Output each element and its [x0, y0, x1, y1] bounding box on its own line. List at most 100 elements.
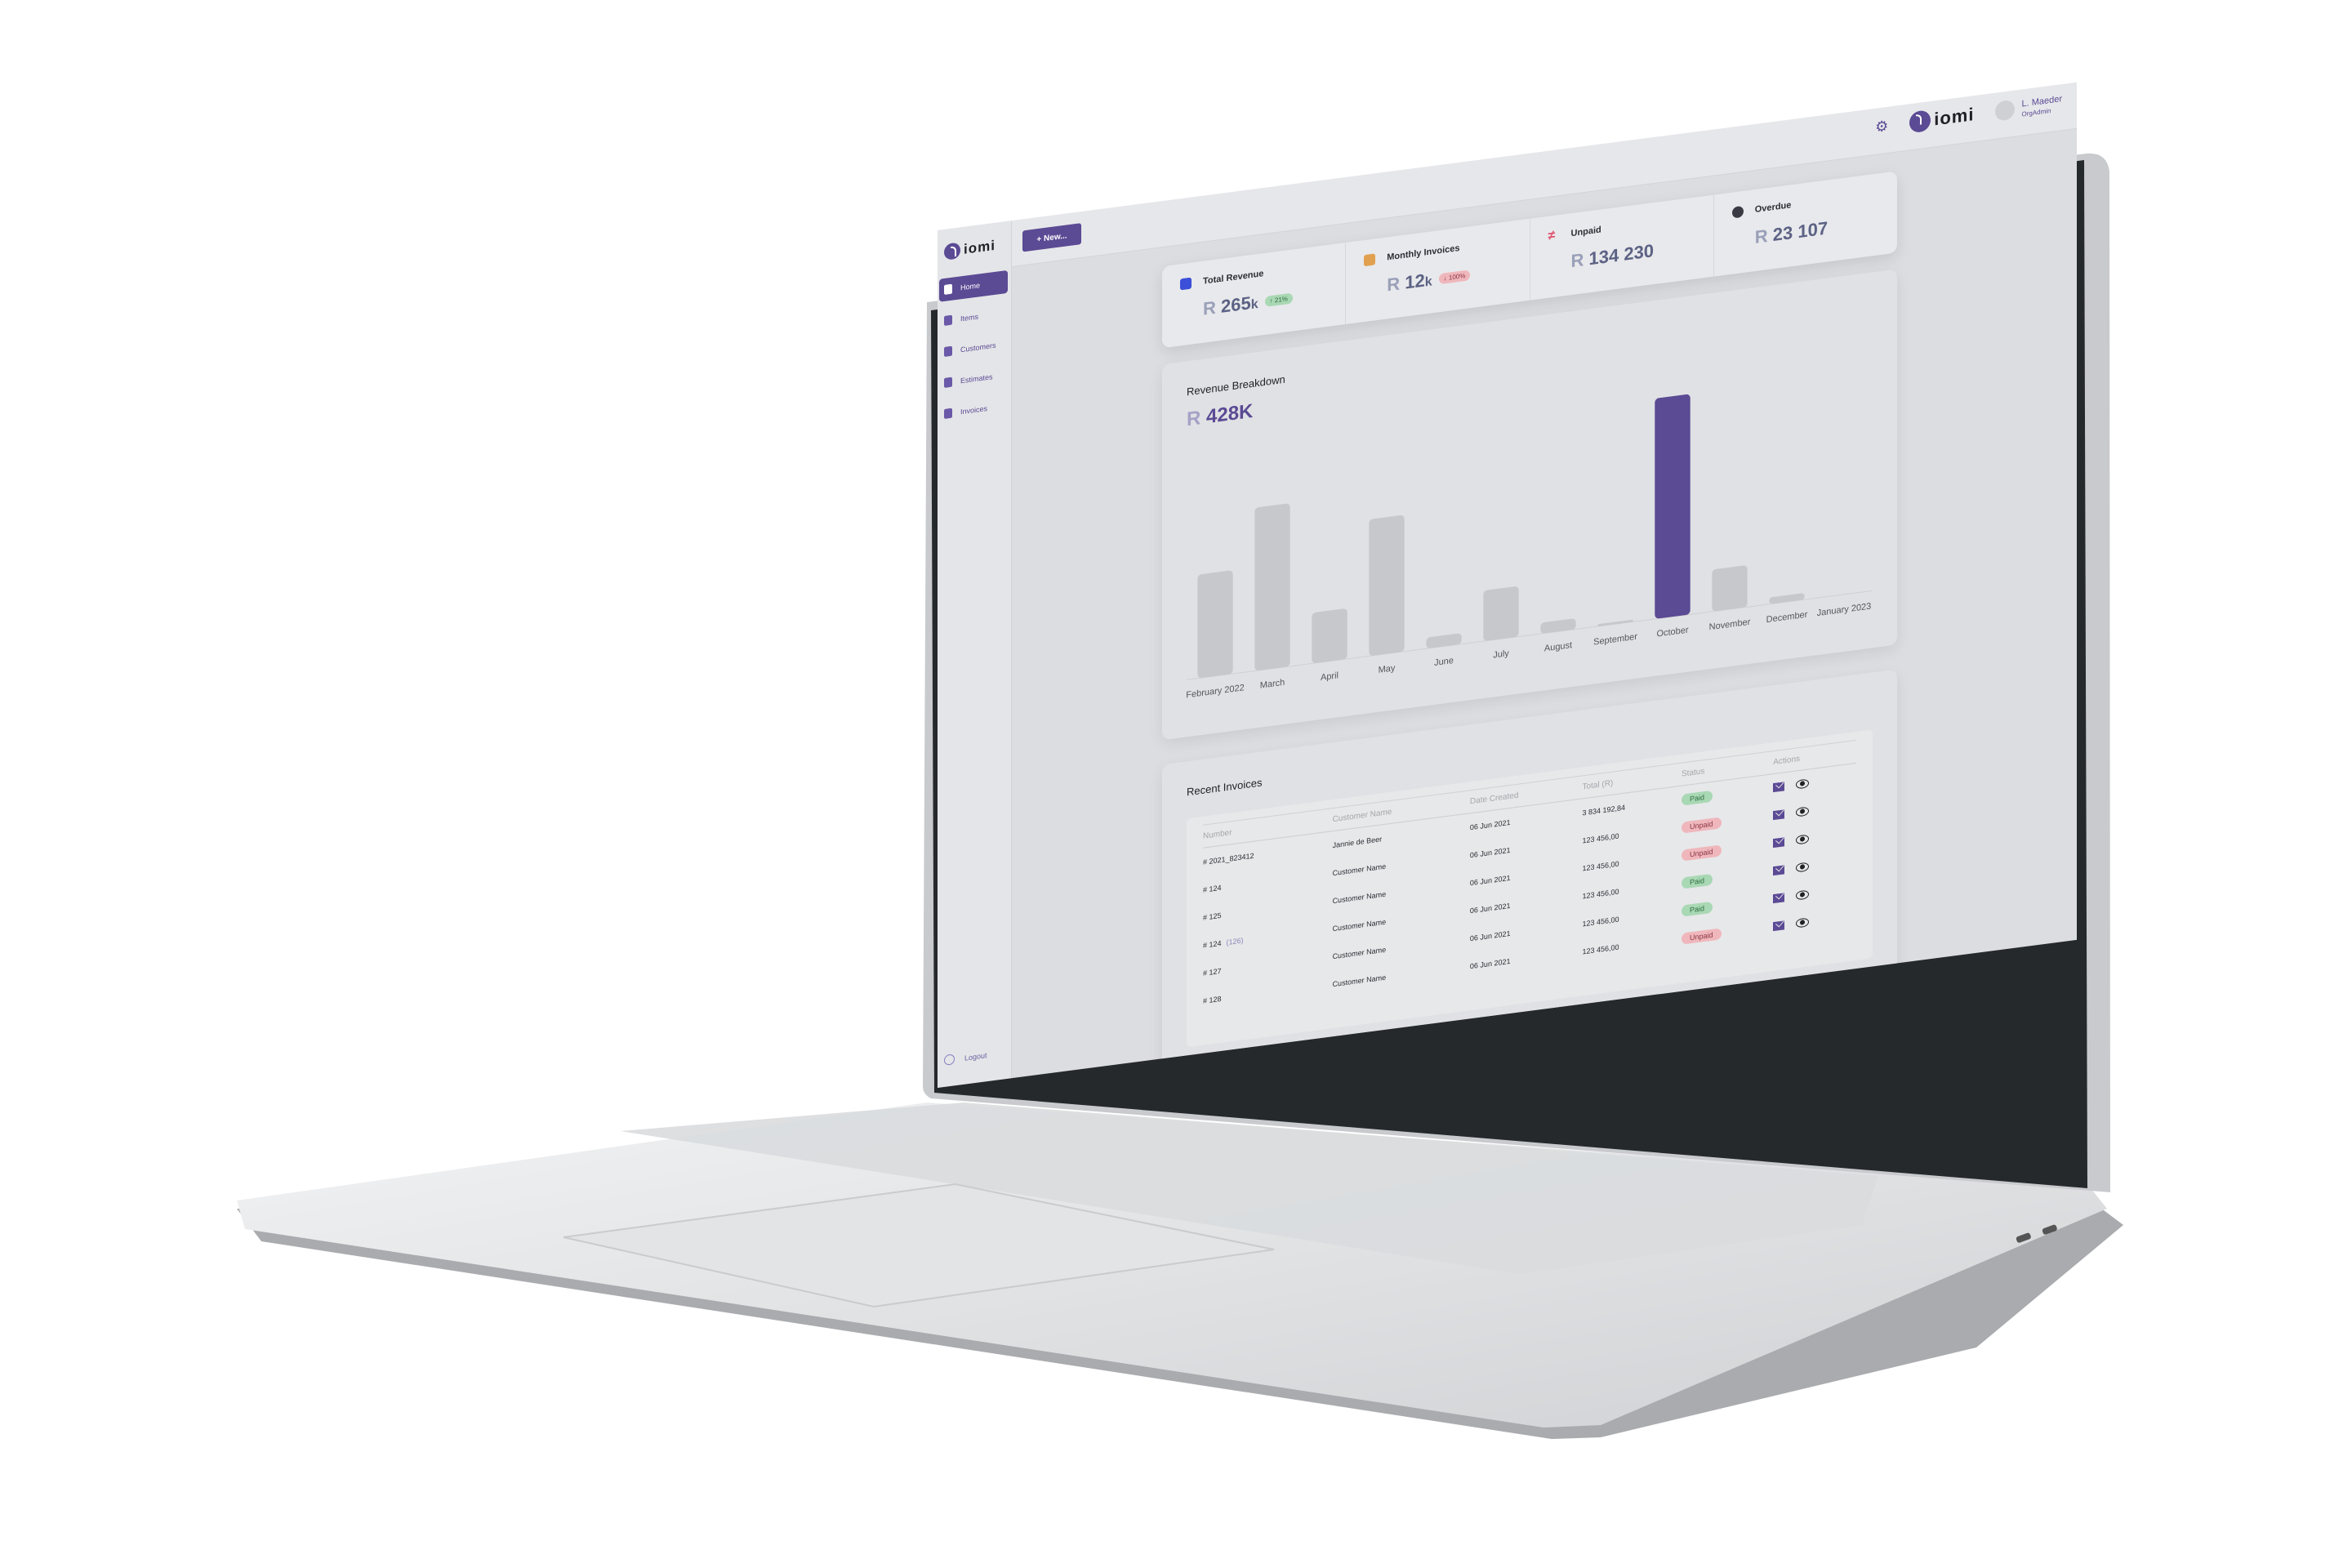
sidebar-item-home[interactable]: Home — [939, 270, 1008, 302]
sidebar-item-label: Items — [960, 312, 979, 323]
bar-april[interactable] — [1312, 608, 1348, 664]
x-tick-label: April — [1321, 670, 1339, 683]
status-badge: Paid — [1682, 873, 1713, 889]
mail-icon[interactable] — [1773, 864, 1785, 875]
status-badge: Unpaid — [1682, 817, 1722, 834]
sidebar-item-items[interactable]: Items — [939, 301, 1008, 333]
bar-december[interactable] — [1769, 593, 1805, 604]
avatar — [1995, 99, 2016, 122]
brand-mark-icon — [1909, 109, 1931, 134]
header-logo: iomi — [1909, 104, 1975, 134]
x-tick-label: May — [1379, 663, 1396, 675]
bar-march[interactable] — [1254, 503, 1290, 670]
brand-wordmark: iomi — [1934, 104, 1975, 130]
x-tick-label: February 2022 — [1187, 683, 1245, 700]
invoice-icon — [944, 408, 952, 419]
gear-icon[interactable]: ⚙ — [1875, 118, 1888, 136]
bar-september[interactable] — [1597, 619, 1633, 626]
invoices-table-wrap: Number Customer Name Date Created Total … — [1187, 729, 1873, 1048]
currency-symbol: R — [1203, 296, 1216, 319]
invoice-number: # 125 — [1203, 911, 1222, 922]
home-icon — [944, 283, 952, 295]
not-equal-icon: ≠ — [1548, 228, 1556, 243]
power-icon — [944, 1054, 955, 1066]
bar-june[interactable] — [1426, 633, 1462, 648]
x-tick-label: March — [1260, 678, 1285, 691]
eye-icon[interactable] — [1796, 777, 1810, 789]
status-badge: Paid — [1682, 790, 1713, 806]
stat-value: 265 — [1221, 292, 1251, 317]
estimate-icon — [944, 376, 952, 388]
revenue-breakdown-card: Revenue Breakdown R 428K February 2022 Ma… — [1162, 269, 1897, 741]
recent-invoices-card: Recent Invoices Number Customer Name Dat… — [1162, 669, 1897, 1076]
stat-label: Overdue — [1754, 200, 1792, 216]
sidebar-item-invoices[interactable]: Invoices — [939, 394, 1008, 426]
sidebar-item-label: Home — [960, 281, 981, 292]
x-tick-label: June — [1434, 656, 1454, 668]
bar-november[interactable] — [1712, 565, 1748, 612]
mail-icon[interactable] — [1773, 892, 1785, 903]
bar-october[interactable] — [1655, 394, 1690, 619]
change-badge: ↑ 21% — [1264, 292, 1293, 307]
stat-overdue: Overdue R 23 107 — [1714, 171, 1897, 276]
eye-icon[interactable] — [1796, 861, 1810, 872]
stat-suffix: k — [1250, 297, 1258, 313]
stat-unpaid: ≠ Unpaid R 134 230 — [1530, 194, 1714, 301]
invoices-title: Recent Invoices — [1187, 776, 1263, 799]
money-icon — [1180, 277, 1192, 291]
currency-symbol: R — [1754, 225, 1768, 248]
bar-may[interactable] — [1369, 514, 1405, 656]
revenue-title: Revenue Breakdown — [1187, 372, 1285, 399]
dashboard-app: ⚙ iomi L. Maeder OrgAdmin iomi Home Item… — [938, 82, 2077, 1088]
eye-icon[interactable] — [1796, 916, 1810, 928]
stat-value: 12 — [1405, 270, 1425, 293]
brand-wordmark: iomi — [964, 237, 996, 257]
stat-label: Unpaid — [1570, 225, 1601, 239]
invoice-number: # 128 — [1203, 994, 1222, 1005]
status-badge: Unpaid — [1682, 928, 1722, 945]
brand-mark-icon — [944, 242, 960, 261]
user-menu[interactable]: L. Maeder OrgAdmin — [1995, 93, 2062, 122]
invoices-table: Number Customer Name Date Created Total … — [1203, 740, 1856, 1015]
logout-button[interactable]: Logout — [944, 1049, 987, 1066]
invoice-number: # 127 — [1203, 966, 1222, 978]
sidebar-item-label: Invoices — [960, 404, 988, 416]
stat-monthly-invoices: Monthly Invoices R 12k ↓ 100% — [1346, 218, 1530, 325]
stat-total-revenue: Total Revenue R 265k ↑ 21% — [1162, 243, 1347, 349]
stat-value: 23 107 — [1772, 217, 1829, 246]
currency-symbol: R — [1387, 273, 1401, 296]
x-tick-label: July — [1493, 648, 1509, 661]
revenue-total: R 428K — [1187, 400, 1253, 432]
invoice-number: # 124 — [1203, 883, 1222, 894]
laptop-screen: ⚙ iomi L. Maeder OrgAdmin iomi Home Item… — [938, 82, 2077, 1088]
invoice-number: # 124 — [1203, 938, 1222, 950]
sidebar: iomi Home Items Customers Estimates Invo… — [938, 220, 1012, 1088]
mail-icon[interactable] — [1773, 781, 1785, 792]
revenue-total-value: 428K — [1206, 399, 1254, 429]
bar-august[interactable] — [1540, 618, 1576, 634]
sidebar-nav: Home Items Customers Estimates Invoices — [939, 270, 1008, 434]
invoice-sub-number: (126) — [1226, 936, 1244, 947]
sidebar-item-estimates[interactable]: Estimates — [939, 363, 1008, 395]
document-icon — [1364, 253, 1376, 267]
list-icon — [944, 314, 952, 326]
status-badge: Paid — [1682, 901, 1713, 917]
eye-icon[interactable] — [1796, 805, 1810, 817]
header-right: ⚙ iomi L. Maeder OrgAdmin — [1875, 92, 2062, 138]
status-badge: Unpaid — [1682, 844, 1722, 862]
eye-icon[interactable] — [1796, 833, 1810, 844]
logout-label: Logout — [964, 1050, 987, 1062]
bar-july[interactable] — [1483, 586, 1519, 641]
sidebar-item-customers[interactable]: Customers — [939, 332, 1008, 364]
currency-symbol: R — [1570, 249, 1584, 272]
x-tick-label: September — [1593, 632, 1637, 648]
stat-suffix: k — [1424, 274, 1432, 290]
x-tick-label: January 2023 — [1817, 602, 1872, 619]
mail-icon[interactable] — [1773, 920, 1785, 931]
eye-icon[interactable] — [1796, 889, 1810, 900]
mail-icon[interactable] — [1773, 808, 1785, 820]
sidebar-item-label: Customers — [960, 341, 996, 354]
sidebar-logo: iomi — [944, 238, 996, 261]
bar-february-2022[interactable] — [1197, 570, 1233, 679]
mail-icon[interactable] — [1773, 836, 1785, 848]
